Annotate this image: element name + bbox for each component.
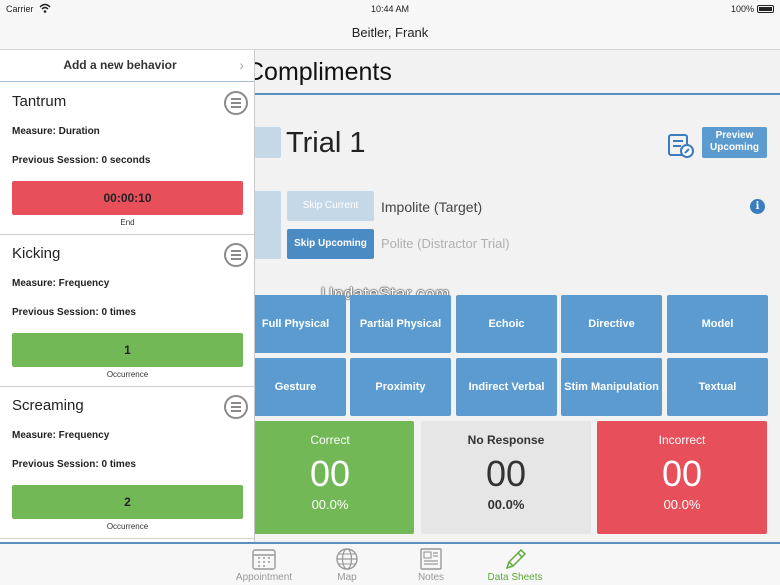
prompt-model-button[interactable]: Model xyxy=(667,295,768,353)
notes-icon xyxy=(420,548,442,570)
skip-upcoming-button[interactable]: Skip Upcoming xyxy=(287,229,374,259)
behavior-measure: Measure: Frequency xyxy=(12,430,110,441)
incorrect-label: Incorrect xyxy=(658,433,706,447)
preview-upcoming-button[interactable]: Preview Upcoming xyxy=(702,127,767,158)
prompt-echoic-button[interactable]: Echoic xyxy=(456,295,557,353)
add-behavior-label: Add a new behavior xyxy=(63,58,177,72)
pencil-icon xyxy=(505,548,527,570)
behavior-name: Screaming xyxy=(12,397,84,414)
behavior-previous-session: Previous Session: 0 seconds xyxy=(12,155,151,166)
correct-percent: 00.0% xyxy=(311,497,349,512)
prompt-textual-button[interactable]: Textual xyxy=(667,358,768,416)
incorrect-percent: 00.0% xyxy=(663,497,701,512)
prompt-stim-manipulation-button[interactable]: Stim Manipulation xyxy=(561,358,662,416)
behavior-item: Screaming Measure: Frequency Previous Se… xyxy=(0,387,254,539)
prompt-full-physical-button[interactable]: Full Physical xyxy=(245,295,346,353)
no-response-count: 00 xyxy=(485,453,527,494)
tab-label: Data Sheets xyxy=(487,572,543,583)
skip-current-button[interactable]: Skip Current xyxy=(287,191,374,221)
nav-bar: Beitler, Frank xyxy=(0,18,780,50)
behavior-panel: Add a new behavior › Tantrum Measure: Du… xyxy=(0,50,255,542)
prompt-proximity-button[interactable]: Proximity xyxy=(350,358,451,416)
battery-percent: 100% xyxy=(730,4,754,14)
prompt-gesture-button[interactable]: Gesture xyxy=(245,358,346,416)
correct-label: Correct xyxy=(310,433,350,447)
tab-label: Map xyxy=(337,572,357,583)
correct-button[interactable]: Correct 00 00.0% xyxy=(246,421,414,534)
info-icon[interactable]: i xyxy=(750,199,765,214)
behavior-count-button[interactable]: 1 xyxy=(12,333,243,367)
tab-map[interactable]: Map xyxy=(307,546,387,585)
prompt-indirect-verbal-button[interactable]: Indirect Verbal xyxy=(456,358,557,416)
no-response-label: No Response xyxy=(467,433,545,447)
program-title: Compliments xyxy=(246,58,392,86)
menu-icon[interactable] xyxy=(224,395,248,419)
tab-appointment[interactable]: Appointment xyxy=(224,546,304,585)
behavior-item: Tantrum Measure: Duration Previous Sessi… xyxy=(0,83,254,235)
tab-bar: Appointment Map Notes Data Sheets xyxy=(0,542,780,585)
menu-icon[interactable] xyxy=(224,243,248,267)
behavior-count-button[interactable]: 2 xyxy=(12,485,243,519)
battery-icon xyxy=(757,5,774,13)
no-response-button[interactable]: No Response 00 00.0% xyxy=(421,421,591,534)
behavior-timer-button[interactable]: 00:00:10 xyxy=(12,181,243,215)
behavior-previous-session: Previous Session: 0 times xyxy=(12,459,136,470)
prompt-partial-physical-button[interactable]: Partial Physical xyxy=(350,295,451,353)
no-response-percent: 00.0% xyxy=(487,497,525,512)
status-bar: Carrier 10:44 AM 100% xyxy=(0,0,780,18)
behavior-previous-session: Previous Session: 0 times xyxy=(12,307,136,318)
behavior-name: Kicking xyxy=(12,245,61,262)
tab-data-sheets[interactable]: Data Sheets xyxy=(475,546,555,585)
trial-label: Trial 1 xyxy=(286,127,366,159)
behavior-action-caption: End xyxy=(120,218,135,227)
menu-icon[interactable] xyxy=(224,91,248,115)
prompt-directive-button[interactable]: Directive xyxy=(561,295,662,353)
tab-label: Appointment xyxy=(235,572,293,583)
incorrect-button[interactable]: Incorrect 00 00.0% xyxy=(597,421,767,534)
target-stimulus: Impolite (Target) xyxy=(381,199,483,215)
incorrect-count: 00 xyxy=(661,453,703,494)
behavior-name: Tantrum xyxy=(12,93,67,110)
distractor-stimulus: Polite (Distractor Trial) xyxy=(381,236,510,251)
add-behavior-button[interactable]: Add a new behavior › xyxy=(0,50,254,82)
tab-notes[interactable]: Notes xyxy=(391,546,471,585)
behavior-measure: Measure: Frequency xyxy=(12,278,110,289)
behavior-action-caption: Occurrence xyxy=(106,522,149,531)
behavior-item: Kicking Measure: Frequency Previous Sess… xyxy=(0,235,254,387)
globe-icon xyxy=(336,548,358,570)
behavior-measure: Measure: Duration xyxy=(12,126,100,137)
tab-label: Notes xyxy=(417,572,445,583)
preview-upcoming-icon[interactable] xyxy=(667,131,695,159)
chevron-right-icon: › xyxy=(239,57,244,73)
correct-count: 00 xyxy=(309,453,351,494)
behavior-action-caption: Occurrence xyxy=(106,370,149,379)
clock: 10:44 AM xyxy=(370,4,410,14)
calendar-icon xyxy=(252,549,276,570)
client-name: Beitler, Frank xyxy=(351,25,429,40)
